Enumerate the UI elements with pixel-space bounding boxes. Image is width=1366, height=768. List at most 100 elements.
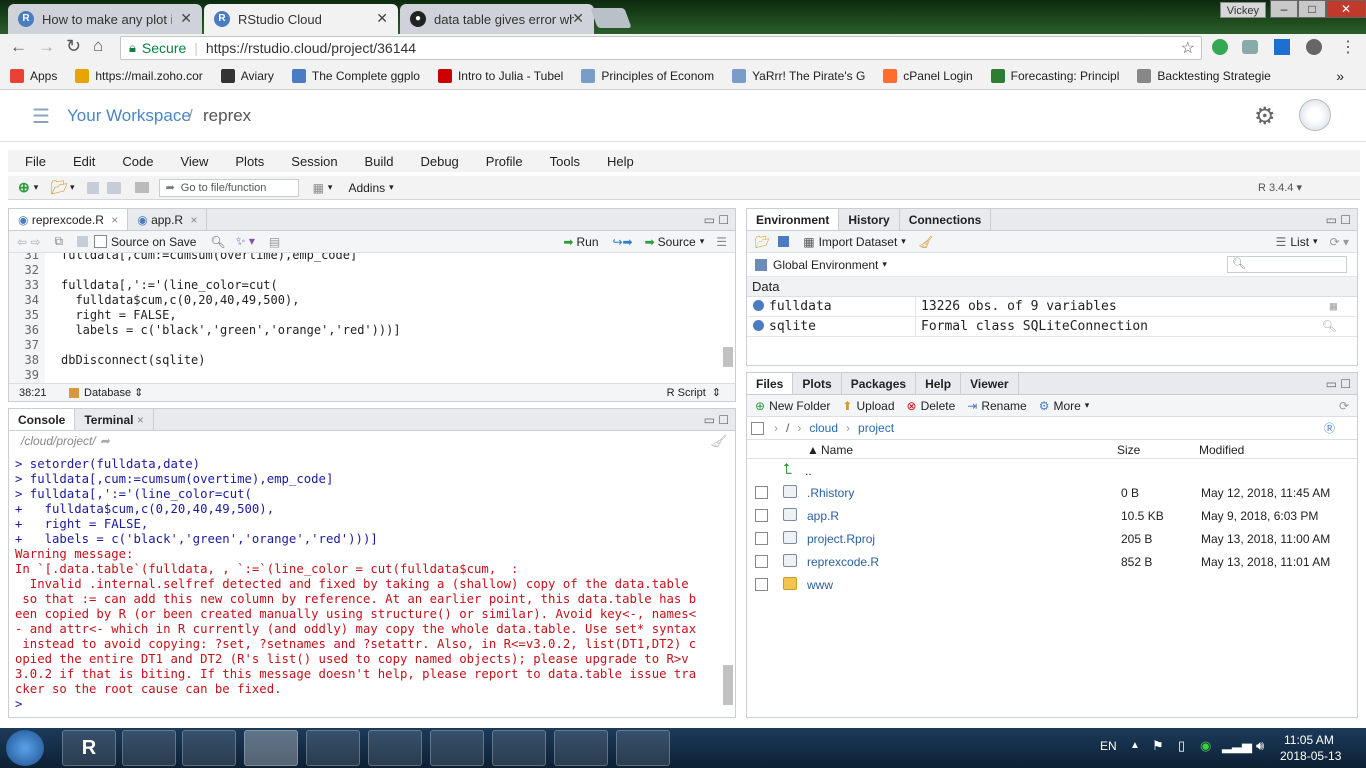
bookmark-item[interactable]: Aviary <box>220 68 274 83</box>
bookmark-item[interactable]: Principles of Econom <box>581 68 714 83</box>
chevron-down-icon[interactable]: ▾ <box>328 182 333 193</box>
rename-button[interactable]: Rename <box>981 399 1026 413</box>
tab-files[interactable]: Files <box>747 373 794 394</box>
menu-session[interactable]: Session <box>291 154 337 169</box>
refresh-icon[interactable]: ⟳ <box>1339 399 1349 413</box>
more-bookmarks-button[interactable]: » <box>1336 68 1344 84</box>
outline-icon[interactable]: ☰ <box>716 235 727 249</box>
pane-minmax-icons[interactable]: ▭ ☐ <box>704 409 729 430</box>
signal-icon[interactable]: ▂▃▅ <box>1222 738 1252 754</box>
chevron-down-icon[interactable]: ▾ <box>70 182 75 193</box>
grammarly-icon[interactable] <box>1212 39 1228 55</box>
tab-viewer[interactable]: Viewer <box>961 373 1019 394</box>
search-icon[interactable]: 🔍︎ <box>1322 319 1337 333</box>
atom-taskbar-icon[interactable] <box>492 730 546 766</box>
root-slash[interactable]: / <box>786 421 789 435</box>
clear-console-icon[interactable]: 🧹︎ <box>710 434 725 448</box>
tab-history[interactable]: History <box>839 209 900 230</box>
breadcrumb-project[interactable]: project <box>858 421 894 435</box>
file-checkbox[interactable] <box>755 578 768 591</box>
scrollbar[interactable] <box>723 665 733 705</box>
network-icon[interactable]: ◉ <box>1200 738 1211 754</box>
forward-arrow-icon[interactable]: → <box>38 37 55 57</box>
menu-edit[interactable]: Edit <box>73 154 95 169</box>
bookmark-item[interactable]: The Complete ggplo <box>291 68 420 83</box>
search-icon[interactable]: 🔍︎ <box>210 235 225 249</box>
r-version-menu[interactable]: R 3.4.4 ▾ <box>1258 181 1302 194</box>
tab-plots[interactable]: Plots <box>793 373 842 394</box>
menu-view[interactable]: View <box>180 154 208 169</box>
source-button[interactable]: Source <box>658 235 696 249</box>
addins-menu[interactable]: Addins <box>348 181 385 195</box>
avatar[interactable] <box>1299 99 1331 131</box>
show-in-window-icon[interactable]: ⧉ <box>54 234 63 249</box>
file-checkbox[interactable] <box>755 486 768 499</box>
chevron-down-icon[interactable]: ▾ <box>34 182 39 193</box>
breadcrumb-cloud[interactable]: cloud <box>809 421 838 435</box>
chevron-down-icon[interactable]: ▾ <box>1313 236 1318 247</box>
bookmark-item[interactable]: Intro to Julia - Tubel <box>437 68 563 83</box>
close-window-button[interactable]: ✕ <box>1326 0 1366 18</box>
tab-packages[interactable]: Packages <box>842 373 917 394</box>
browser-tab-0[interactable]: R How to make any plot in ✕ <box>8 4 202 34</box>
file-row[interactable]: project.Rproj 205 B May 13, 2018, 11:00 AM <box>747 527 1357 550</box>
delete-button[interactable]: Delete <box>921 399 956 413</box>
view-table-icon[interactable]: ▦ <box>1330 299 1337 313</box>
workspace-link[interactable]: Your Workspace <box>67 106 191 126</box>
gear-icon[interactable]: ⚙ <box>1254 102 1276 131</box>
import-dataset-button[interactable]: Import Dataset <box>819 235 898 249</box>
bookmark-item[interactable]: cPanel Login <box>883 68 973 83</box>
pane-minmax-icons[interactable]: ▭ ☐ <box>704 209 729 230</box>
tab-reprexcode[interactable]: ◉ reprexcode.R × <box>9 209 129 230</box>
menu-dots-icon[interactable]: ⋮ <box>1340 37 1356 57</box>
explorer-taskbar-icon[interactable] <box>122 730 176 766</box>
tab-help[interactable]: Help <box>916 373 962 394</box>
browser-tab-2[interactable]: ● data table gives error wh ✕ <box>400 4 594 34</box>
close-icon[interactable]: ✕ <box>572 10 584 27</box>
outlook-taskbar-icon[interactable] <box>368 730 422 766</box>
profile-badge[interactable]: Vickey <box>1219 2 1266 18</box>
minimize-button[interactable]: – <box>1270 0 1298 18</box>
console-output[interactable]: > setorder(fulldata,date) > fulldata[,cum… <box>15 457 721 713</box>
close-icon[interactable]: × <box>190 213 197 227</box>
close-icon[interactable]: ✕ <box>376 10 388 27</box>
environment-search-input[interactable]: 🔍︎ <box>1227 256 1347 273</box>
battery-icon[interactable]: ▯ <box>1178 738 1185 754</box>
file-name[interactable]: app.R <box>807 509 839 523</box>
tab-terminal[interactable]: Terminal × <box>75 409 154 430</box>
chevron-down-icon[interactable]: ▾ <box>389 182 394 193</box>
menu-tools[interactable]: Tools <box>550 154 580 169</box>
file-checkbox[interactable] <box>755 532 768 545</box>
tab-app[interactable]: ◉ app.R × <box>128 209 208 230</box>
menu-code[interactable]: Code <box>122 154 153 169</box>
bookmark-item[interactable]: Apps <box>10 68 57 83</box>
save-icon[interactable] <box>77 236 89 247</box>
upload-button[interactable]: Upload <box>856 399 894 413</box>
new-tab-button[interactable] <box>590 8 632 28</box>
compile-report-icon[interactable]: ▤ <box>269 235 280 249</box>
file-row[interactable]: .Rhistory 0 B May 12, 2018, 11:45 AM <box>747 481 1357 504</box>
new-folder-button[interactable]: New Folder <box>769 399 830 413</box>
expand-icon[interactable] <box>753 300 764 311</box>
save-icon[interactable] <box>778 236 790 247</box>
col-name-header[interactable]: Name <box>821 443 853 457</box>
notes-taskbar-icon[interactable] <box>616 730 670 766</box>
run-button[interactable]: Run <box>576 235 598 249</box>
back-arrow-icon[interactable]: ⇦ ⇨ <box>17 235 40 249</box>
grid-layout-icon[interactable]: ▦ <box>313 181 324 195</box>
goto-file-input[interactable]: ➦ Go to file/function <box>158 178 299 197</box>
file-row[interactable]: app.R 10.5 KB May 9, 2018, 6:03 PM <box>747 504 1357 527</box>
rstudio-taskbar-icon[interactable]: R <box>62 730 116 766</box>
home-icon[interactable]: ⌂ <box>93 36 103 56</box>
bookmark-item[interactable]: YaRrr! The Pirate's G <box>732 68 865 83</box>
file-row-up[interactable]: ⮤ .. <box>747 459 1357 482</box>
back-arrow-icon[interactable]: ← <box>10 37 27 57</box>
file-row[interactable]: www <box>747 573 1357 596</box>
menu-help[interactable]: Help <box>607 154 634 169</box>
menu-file[interactable]: File <box>25 154 46 169</box>
bookmark-item[interactable]: Forecasting: Principl <box>990 68 1119 83</box>
file-row[interactable]: reprexcode.R 852 B May 13, 2018, 11:01 AM <box>747 550 1357 573</box>
file-name[interactable]: .Rhistory <box>807 486 854 500</box>
scrollbar[interactable] <box>723 347 733 367</box>
pane-minmax-icons[interactable]: ▭ ☐ <box>1326 209 1351 230</box>
